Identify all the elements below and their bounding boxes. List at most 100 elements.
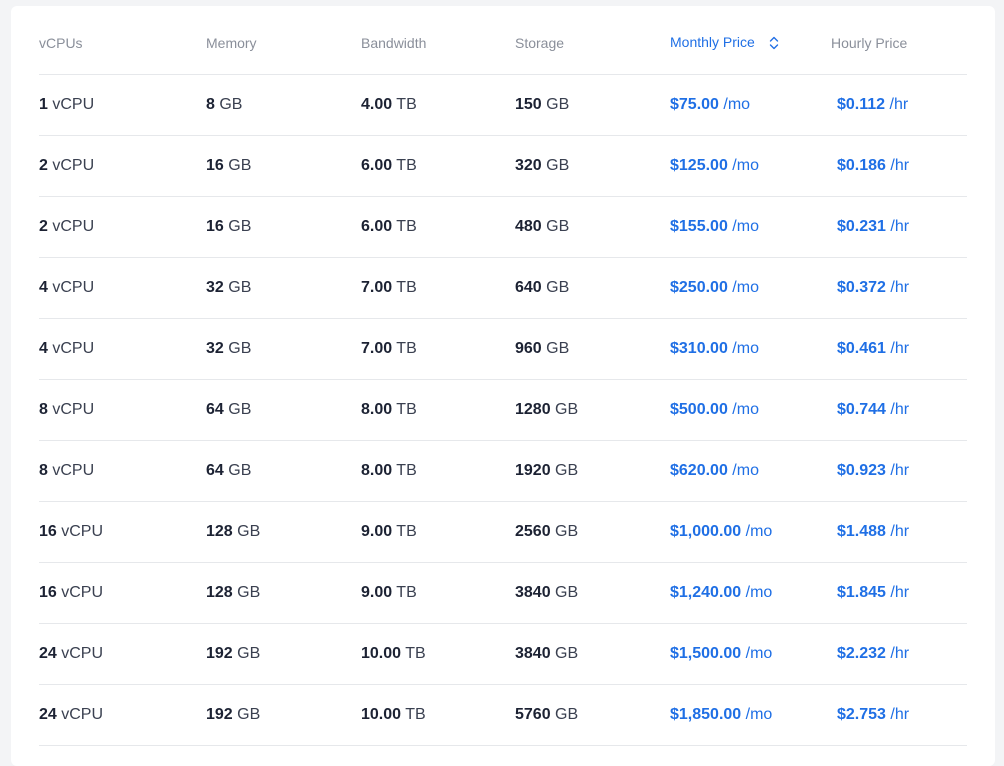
- table-row[interactable]: 8 vCPU 64 GB 8.00 TB 1280 GB $500.00 /mo $0.7…: [39, 379, 967, 441]
- cell-monthly-price: $500.00 /mo: [670, 379, 831, 441]
- cell-vcpus: 16 vCPU: [39, 562, 206, 624]
- cell-memory: 128 GB: [206, 562, 361, 624]
- cell-memory-unit: GB: [228, 462, 252, 479]
- cell-memory-value: 16: [206, 157, 224, 174]
- cell-bandwidth: 10.00 TB: [361, 623, 515, 685]
- cell-hourly-price: $2.232 /hr: [831, 623, 967, 685]
- cell-hourly-price-value: $0.231: [837, 218, 886, 235]
- table-row[interactable]: 16 vCPU 128 GB 9.00 TB 2560 GB $1,000.00 /mo…: [39, 501, 967, 563]
- cell-vcpus-value: 1: [39, 96, 48, 113]
- cell-bandwidth-unit: TB: [396, 462, 417, 479]
- cell-vcpus: 8 vCPU: [39, 440, 206, 502]
- table-row[interactable]: 4 vCPU 32 GB 7.00 TB 960 GB $310.00 /mo $0.46…: [39, 318, 967, 380]
- cell-vcpus: 2 vCPU: [39, 135, 206, 197]
- cell-bandwidth-value: 9.00: [361, 523, 393, 540]
- cell-storage-unit: GB: [546, 157, 570, 174]
- cell-storage-unit: GB: [546, 96, 570, 113]
- cell-memory-value: 32: [206, 279, 224, 296]
- cell-storage-unit: GB: [546, 340, 570, 357]
- cell-bandwidth-unit: TB: [396, 340, 417, 357]
- cell-vcpus: 16 vCPU: [39, 501, 206, 563]
- column-header-hourly-price[interactable]: Hourly Price: [831, 12, 967, 75]
- table-row[interactable]: 24 vCPU 192 GB 10.00 TB 3840 GB $1,500.00 /m…: [39, 623, 967, 685]
- column-header-monthly-price[interactable]: Monthly Price: [670, 12, 831, 75]
- cell-storage-value: 960: [515, 340, 542, 357]
- cell-memory: 128 GB: [206, 501, 361, 563]
- table-row[interactable]: 2 vCPU 16 GB 6.00 TB 480 GB $155.00 /mo $0.23…: [39, 196, 967, 258]
- cell-storage-unit: GB: [555, 523, 579, 540]
- cell-storage: 480 GB: [515, 196, 670, 258]
- cell-bandwidth-value: 7.00: [361, 340, 393, 357]
- cell-monthly-price: $1,500.00 /mo: [670, 623, 831, 685]
- cell-bandwidth-value: 6.00: [361, 157, 393, 174]
- cell-storage-unit: GB: [555, 706, 579, 723]
- cell-storage-value: 640: [515, 279, 542, 296]
- cell-hourly-price-unit: /hr: [890, 218, 910, 235]
- cell-bandwidth-value: 9.00: [361, 584, 393, 601]
- sort-updown-icon[interactable]: [769, 35, 779, 51]
- cell-memory-unit: GB: [228, 279, 252, 296]
- cell-memory: 64 GB: [206, 379, 361, 441]
- table-row[interactable]: 8 vCPU 64 GB 8.00 TB 1920 GB $620.00 /mo $0.9…: [39, 440, 967, 502]
- cell-vcpus-value: 8: [39, 462, 48, 479]
- column-header-vcpus[interactable]: vCPUs: [39, 12, 206, 75]
- column-header-bandwidth[interactable]: Bandwidth: [361, 12, 515, 75]
- cell-memory-value: 128: [206, 584, 233, 601]
- cell-monthly-price: $310.00 /mo: [670, 318, 831, 380]
- cell-hourly-price-unit: /hr: [890, 584, 910, 601]
- cell-memory-unit: GB: [237, 645, 261, 662]
- cell-memory-unit: GB: [219, 96, 243, 113]
- cell-vcpus-unit: vCPU: [61, 645, 104, 662]
- cell-storage-unit: GB: [555, 401, 579, 418]
- cell-memory-value: 192: [206, 706, 233, 723]
- cell-monthly-price-value: $620.00: [670, 462, 728, 479]
- cell-hourly-price-value: $2.232: [837, 645, 886, 662]
- cell-vcpus-unit: vCPU: [52, 279, 95, 296]
- cell-storage: 1280 GB: [515, 379, 670, 441]
- cell-storage-value: 3840: [515, 584, 551, 601]
- cell-monthly-price-unit: /mo: [723, 96, 751, 113]
- table-body: 1 vCPU 8 GB 4.00 TB 150 GB $75.00 /mo $0.112 …: [39, 74, 967, 746]
- cell-vcpus-unit: vCPU: [52, 96, 95, 113]
- cell-hourly-price-value: $1.488: [837, 523, 886, 540]
- cell-bandwidth: 8.00 TB: [361, 440, 515, 502]
- cell-bandwidth-value: 4.00: [361, 96, 393, 113]
- cell-monthly-price: $1,850.00 /mo: [670, 684, 831, 746]
- cell-storage-unit: GB: [555, 645, 579, 662]
- column-header-storage[interactable]: Storage: [515, 12, 670, 75]
- cell-memory-value: 8: [206, 96, 215, 113]
- cell-bandwidth: 7.00 TB: [361, 318, 515, 380]
- table-row[interactable]: 24 vCPU 192 GB 10.00 TB 5760 GB $1,850.00 /m…: [39, 684, 967, 746]
- table-row[interactable]: 2 vCPU 16 GB 6.00 TB 320 GB $125.00 /mo $0.18…: [39, 135, 967, 197]
- cell-hourly-price-unit: /hr: [890, 279, 910, 296]
- cell-memory-value: 64: [206, 401, 224, 418]
- cell-vcpus-value: 8: [39, 401, 48, 418]
- cell-storage: 320 GB: [515, 135, 670, 197]
- cell-memory-unit: GB: [228, 218, 252, 235]
- cell-memory: 16 GB: [206, 135, 361, 197]
- cell-storage: 3840 GB: [515, 623, 670, 685]
- cell-monthly-price-unit: /mo: [745, 584, 773, 601]
- table-row[interactable]: 4 vCPU 32 GB 7.00 TB 640 GB $250.00 /mo $0.37…: [39, 257, 967, 319]
- table-row[interactable]: 16 vCPU 128 GB 9.00 TB 3840 GB $1,240.00 /mo…: [39, 562, 967, 624]
- column-header-memory[interactable]: Memory: [206, 12, 361, 75]
- cell-hourly-price-unit: /hr: [890, 157, 910, 174]
- cell-bandwidth: 9.00 TB: [361, 501, 515, 563]
- cell-memory: 64 GB: [206, 440, 361, 502]
- cell-storage: 960 GB: [515, 318, 670, 380]
- cell-storage-value: 320: [515, 157, 542, 174]
- cell-monthly-price-unit: /mo: [732, 462, 759, 479]
- cell-hourly-price: $0.923 /hr: [831, 440, 967, 502]
- table-row[interactable]: 1 vCPU 8 GB 4.00 TB 150 GB $75.00 /mo $0.112 …: [39, 74, 967, 136]
- cell-hourly-price: $0.112 /hr: [831, 74, 967, 136]
- cell-monthly-price-unit: /mo: [745, 645, 773, 662]
- cell-monthly-price: $1,240.00 /mo: [670, 562, 831, 624]
- cell-monthly-price-value: $250.00: [670, 279, 728, 296]
- cell-bandwidth: 9.00 TB: [361, 562, 515, 624]
- cell-hourly-price: $0.372 /hr: [831, 257, 967, 319]
- cell-vcpus-unit: vCPU: [52, 157, 95, 174]
- cell-memory-value: 128: [206, 523, 233, 540]
- pricing-card: vCPUs Memory Bandwidth Storage Monthly P…: [11, 6, 995, 766]
- cell-hourly-price-unit: /hr: [890, 340, 910, 357]
- cell-vcpus: 1 vCPU: [39, 74, 206, 136]
